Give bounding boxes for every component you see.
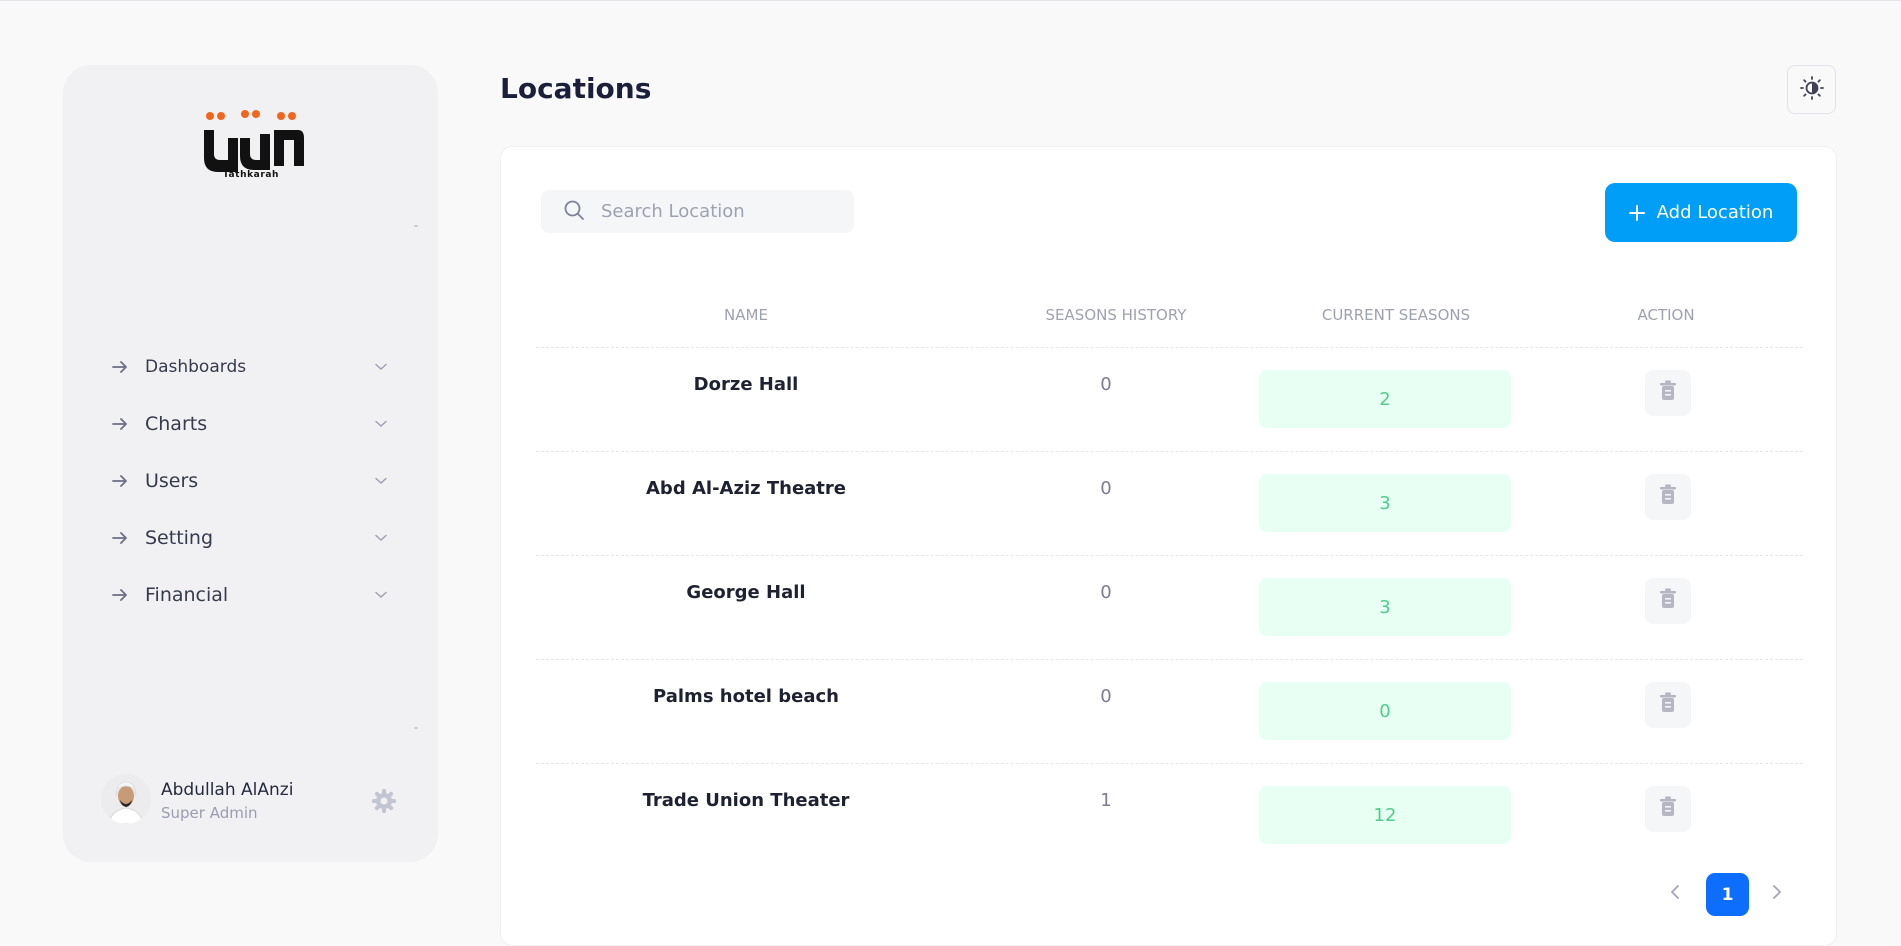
search-input[interactable] bbox=[599, 200, 843, 223]
brand-logo[interactable]: Tathkarah bbox=[196, 108, 306, 192]
sidebar-item-charts[interactable]: Charts bbox=[108, 395, 398, 452]
gear-icon[interactable] bbox=[371, 788, 397, 814]
avatar[interactable] bbox=[101, 774, 151, 824]
trash-icon bbox=[1658, 796, 1678, 822]
logo-graphic bbox=[204, 110, 304, 172]
location-name: Trade Union Theater bbox=[642, 790, 850, 811]
seasons-history-value: 0 bbox=[1100, 478, 1112, 499]
arrow-right-icon bbox=[110, 585, 130, 605]
chevron-down-icon bbox=[374, 417, 388, 431]
table-row: George Hall 0 3 bbox=[536, 556, 1803, 660]
logo-caption: Tathkarah bbox=[222, 170, 280, 180]
next-page-button[interactable] bbox=[1766, 883, 1788, 905]
delete-button[interactable] bbox=[1645, 578, 1691, 624]
table-row: Palms hotel beach 0 0 bbox=[536, 660, 1803, 764]
sidebar-item-setting[interactable]: Setting bbox=[108, 509, 398, 566]
add-location-label: Add Location bbox=[1656, 202, 1774, 223]
pagination: 1 bbox=[1656, 871, 1806, 917]
current-seasons-badge: 3 bbox=[1259, 578, 1511, 636]
sidebar-item-financial[interactable]: Financial bbox=[108, 566, 398, 623]
chevron-down-icon bbox=[374, 588, 388, 602]
arrow-right-icon bbox=[110, 528, 130, 548]
sidebar-item-label: Users bbox=[145, 469, 199, 492]
table-row: Abd Al-Aziz Theatre 0 3 bbox=[536, 452, 1803, 556]
sun-icon bbox=[1799, 75, 1825, 105]
sidebar-menu: Dashboards Charts Users Setting Financia… bbox=[108, 338, 398, 623]
locations-card: Add Location NAME SEASONS HISTORY CURREN… bbox=[500, 146, 1837, 946]
trash-icon bbox=[1658, 692, 1678, 718]
add-location-button[interactable]: Add Location bbox=[1605, 183, 1797, 242]
sidebar-item-label: Dashboards bbox=[145, 356, 247, 377]
theme-toggle-button[interactable] bbox=[1787, 65, 1836, 114]
table-row: Dorze Hall 0 2 bbox=[536, 348, 1803, 452]
search-icon bbox=[563, 199, 585, 225]
location-name: Dorze Hall bbox=[693, 374, 799, 395]
user-profile[interactable]: Abdullah AlAnzi Super Admin bbox=[101, 774, 401, 830]
sidebar-item-label: Financial bbox=[145, 583, 229, 606]
location-name: Palms hotel beach bbox=[653, 686, 839, 707]
location-name: George Hall bbox=[686, 582, 806, 603]
seasons-history-value: 1 bbox=[1100, 790, 1112, 811]
current-seasons-badge: 2 bbox=[1259, 370, 1511, 428]
current-seasons-badge: 0 bbox=[1259, 682, 1511, 740]
seasons-history-value: 0 bbox=[1100, 374, 1112, 395]
page-title: Locations bbox=[500, 72, 652, 105]
current-seasons-badge: 12 bbox=[1259, 786, 1511, 844]
chevron-down-icon bbox=[374, 474, 388, 488]
table-body: Dorze Hall 0 2 Abd Al-Aziz Theatre 0 3 G… bbox=[536, 348, 1803, 867]
user-name: Abdullah AlAnzi bbox=[161, 780, 294, 800]
column-header-current-seasons[interactable]: CURRENT SEASONS bbox=[1256, 283, 1536, 347]
delete-button[interactable] bbox=[1645, 474, 1691, 520]
sidebar-item-label: Charts bbox=[145, 412, 208, 435]
sidebar-item-users[interactable]: Users bbox=[108, 452, 398, 509]
previous-page-button[interactable] bbox=[1664, 883, 1686, 905]
seasons-history-value: 0 bbox=[1100, 582, 1112, 603]
search-box[interactable] bbox=[541, 190, 854, 233]
delete-button[interactable] bbox=[1645, 682, 1691, 728]
page-button-current[interactable]: 1 bbox=[1706, 873, 1749, 916]
trash-icon bbox=[1658, 380, 1678, 406]
top-border bbox=[0, 0, 1901, 1]
table-row: Trade Union Theater 1 12 bbox=[536, 764, 1803, 867]
chevron-down-icon bbox=[374, 531, 388, 545]
delete-button[interactable] bbox=[1645, 786, 1691, 832]
chevron-right-icon bbox=[1772, 884, 1782, 904]
current-seasons-badge: 3 bbox=[1259, 474, 1511, 532]
chevron-left-icon bbox=[1670, 884, 1680, 904]
sidebar: Tathkarah Dashboards Charts Users Settin… bbox=[63, 65, 438, 862]
trash-icon bbox=[1658, 588, 1678, 614]
delete-button[interactable] bbox=[1645, 370, 1691, 416]
arrow-right-icon bbox=[110, 414, 130, 434]
arrow-right-icon bbox=[110, 357, 130, 377]
table-header: NAME SEASONS HISTORY CURRENT SEASONS ACT… bbox=[536, 283, 1803, 348]
scroll-mark-top bbox=[414, 225, 418, 227]
column-header-action: ACTION bbox=[1637, 306, 1695, 324]
scroll-mark-bottom bbox=[414, 727, 418, 729]
seasons-history-value: 0 bbox=[1100, 686, 1112, 707]
sidebar-item-label: Setting bbox=[145, 526, 214, 549]
chevron-down-icon bbox=[374, 360, 388, 374]
trash-icon bbox=[1658, 484, 1678, 510]
user-role: Super Admin bbox=[161, 804, 258, 822]
sidebar-item-dashboards[interactable]: Dashboards bbox=[108, 338, 398, 395]
column-header-name[interactable]: NAME bbox=[536, 283, 956, 347]
arrow-right-icon bbox=[110, 471, 130, 491]
location-name: Abd Al-Aziz Theatre bbox=[646, 478, 846, 499]
plus-icon bbox=[1628, 204, 1645, 221]
column-header-seasons-history[interactable]: SEASONS HISTORY bbox=[946, 283, 1286, 347]
